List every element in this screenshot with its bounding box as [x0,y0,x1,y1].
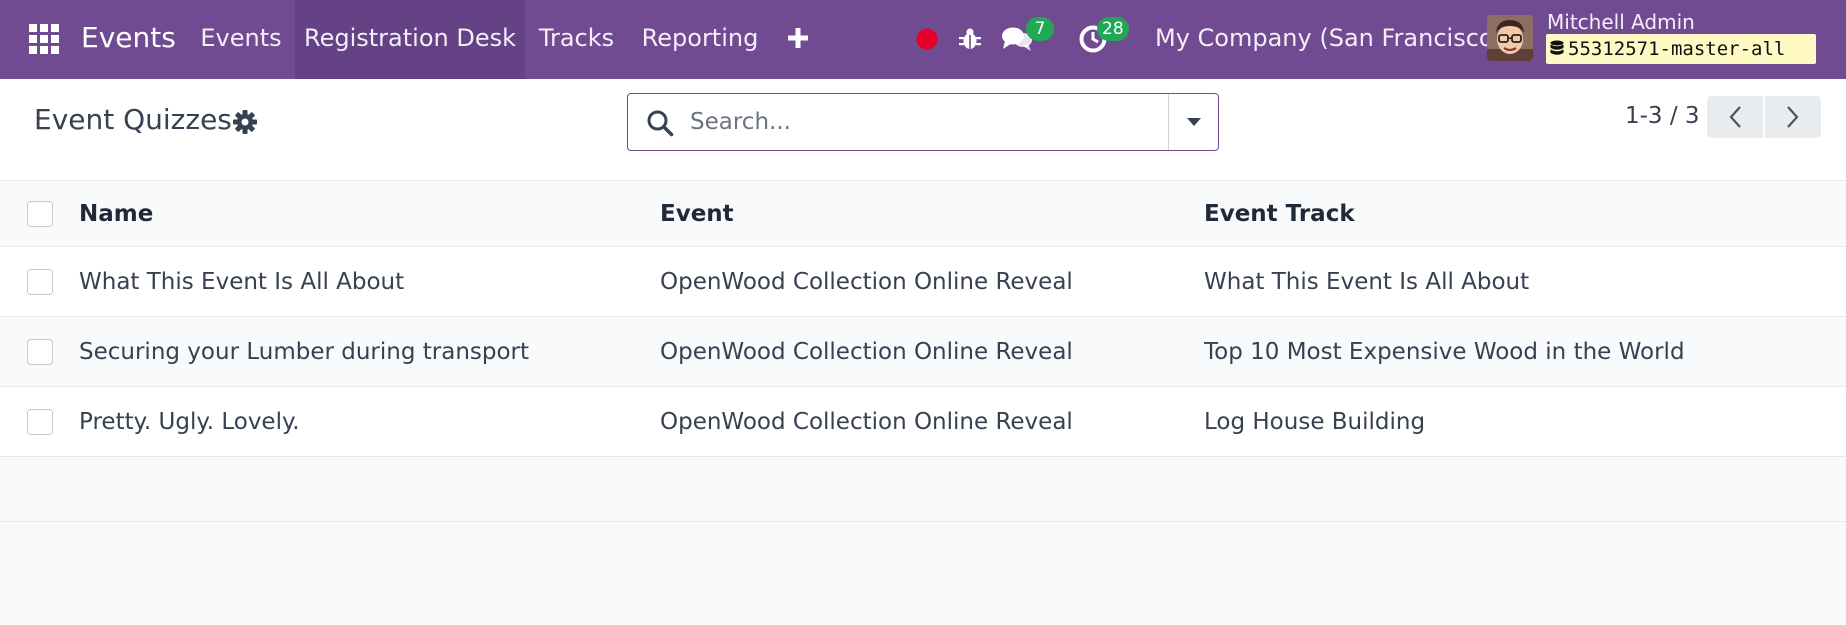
search-box [627,93,1219,151]
app-menu-button[interactable] [18,18,70,60]
page-title: Event Quizzes [34,103,232,136]
user-name[interactable]: Mitchell Admin [1547,10,1695,34]
top-navbar: Events Events Registration Desk Tracks R… [0,0,1846,79]
search-icon [647,110,674,137]
plus-icon [788,28,808,48]
row-checkbox[interactable] [27,339,53,365]
column-header-name[interactable]: Name [79,181,153,247]
caret-down-icon [1186,118,1201,126]
cell-event-track[interactable]: Top 10 Most Expensive Wood in the World [1204,317,1685,387]
record-dot-icon [916,28,938,50]
actions-gear-button[interactable] [232,109,258,135]
menu-reporting[interactable]: Reporting [628,0,772,79]
bug-icon [959,28,981,49]
user-avatar[interactable] [1487,15,1533,61]
row-checkbox[interactable] [27,269,53,295]
cell-event[interactable]: OpenWood Collection Online Reveal [660,387,1073,457]
cell-event[interactable]: OpenWood Collection Online Reveal [660,247,1073,317]
app-title[interactable]: Events [81,0,176,79]
messages-count-badge: 7 [1026,17,1054,41]
quiz-list: Name Event Event Track What This Event I… [0,181,1846,522]
cell-event-track[interactable]: Log House Building [1204,387,1425,457]
activities-count-badge: 28 [1097,17,1129,41]
column-header-event[interactable]: Event [660,181,734,247]
database-icon [1550,40,1564,55]
cell-event-track[interactable]: What This Event Is All About [1204,247,1529,317]
cell-name[interactable]: What This Event Is All About [79,247,404,317]
table-row[interactable]: Securing your Lumber during transport Op… [0,317,1846,387]
cell-event[interactable]: OpenWood Collection Online Reveal [660,317,1073,387]
cell-name[interactable]: Securing your Lumber during transport [79,317,529,387]
pager-next-button[interactable] [1765,96,1821,138]
cell-name[interactable]: Pretty. Ugly. Lovely. [79,387,300,457]
avatar-icon [1487,15,1533,61]
search-input[interactable] [690,102,1190,142]
chevron-right-icon [1787,106,1799,128]
pager-value[interactable]: 1-3 / 3 [1625,103,1700,129]
list-footer [0,457,1846,522]
company-switcher[interactable]: My Company (San Francisco) [1155,0,1503,79]
table-row[interactable]: What This Event Is All About OpenWood Co… [0,247,1846,317]
table-row[interactable]: Pretty. Ugly. Lovely. OpenWood Collectio… [0,387,1846,457]
database-tag: 55312571-master-all [1546,34,1816,64]
menu-registration-desk[interactable]: Registration Desk [295,0,525,79]
grid-icon [29,24,59,54]
menu-events[interactable]: Events [188,0,294,79]
chevron-left-icon [1729,106,1741,128]
debug-button[interactable] [953,22,987,56]
row-checkbox[interactable] [27,409,53,435]
search-options-toggle[interactable] [1168,94,1218,150]
pager-previous-button[interactable] [1707,96,1763,138]
gear-icon [233,110,257,134]
recording-indicator[interactable] [910,22,944,56]
control-panel: Event Quizzes Search... 1-3 / 3 [0,79,1846,181]
database-name: 55312571-master-all [1568,38,1786,60]
menu-tracks[interactable]: Tracks [525,0,628,79]
select-all-checkbox[interactable] [27,201,53,227]
column-header-event-track[interactable]: Event Track [1204,181,1355,247]
list-header: Name Event Event Track [0,181,1846,247]
add-menu-button[interactable] [783,22,813,54]
